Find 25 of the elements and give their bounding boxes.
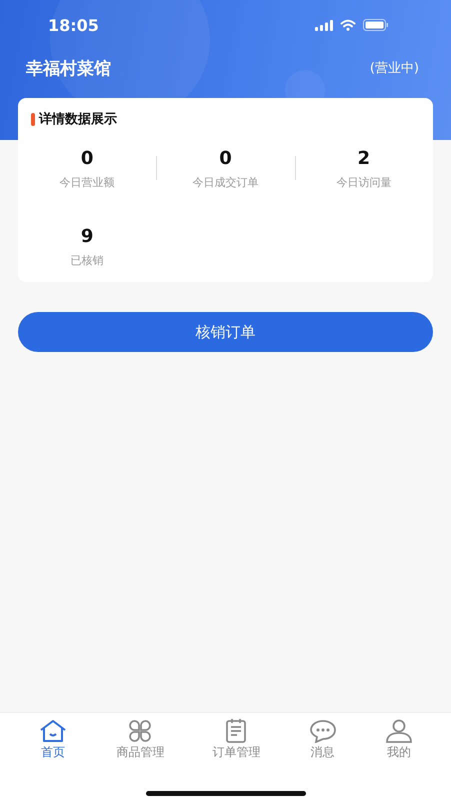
home-icon: [38, 719, 68, 743]
tab-item[interactable]: 我的: [384, 719, 413, 761]
tab-item[interactable]: 订单管理: [212, 719, 260, 761]
stat-value: 0: [219, 148, 232, 169]
tab-item[interactable]: 消息: [308, 719, 337, 761]
store-name: 幸福村菜馆: [26, 58, 111, 80]
status-time: 18:05: [48, 16, 99, 34]
tab-item[interactable]: 商品管理: [116, 719, 164, 761]
card-title: 详情数据展示: [39, 110, 117, 128]
stat-value: 9: [80, 226, 94, 247]
stat-value: 2: [358, 148, 370, 169]
stat-label: 今日营业额: [60, 175, 115, 190]
business-status: (营业中): [370, 60, 419, 77]
chat-icon: [308, 719, 337, 743]
stat-label: 今日访问量: [336, 175, 392, 190]
accent-bar: [31, 112, 35, 126]
signal-icon: [315, 20, 333, 30]
stat-label: 今日成交订单: [192, 175, 258, 190]
wifi-icon: [340, 19, 356, 31]
stat-label: 已核销: [70, 253, 104, 268]
stat-value: 0: [80, 148, 94, 169]
verify-orders-button[interactable]: 核销订单: [18, 312, 433, 352]
tab-item[interactable]: 首页: [38, 719, 68, 761]
person-icon: [384, 719, 413, 743]
battery-icon: [363, 19, 389, 31]
